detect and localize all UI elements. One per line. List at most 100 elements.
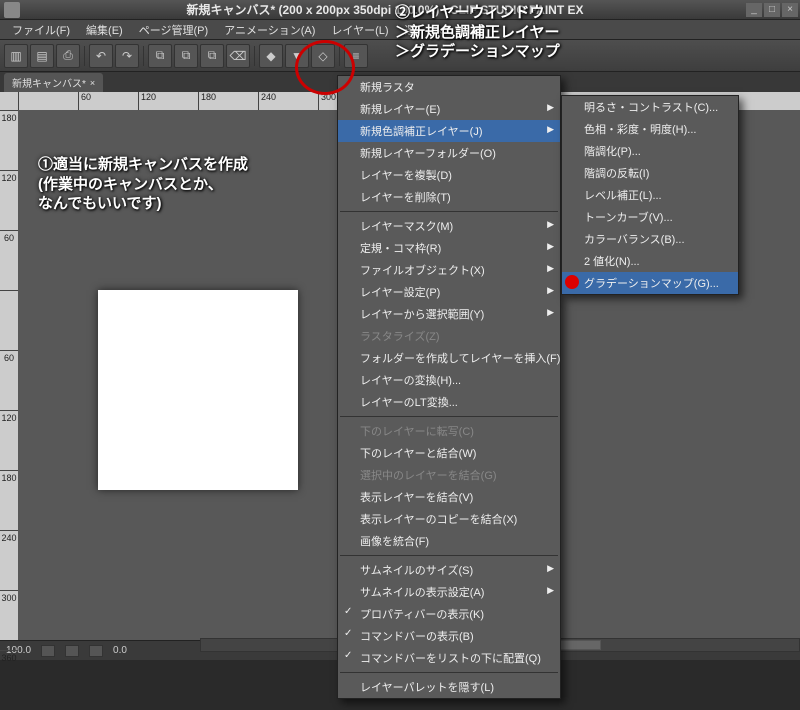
tool-open-icon[interactable]: ▤ xyxy=(30,44,54,68)
menu-separator xyxy=(340,211,558,212)
app-icon xyxy=(4,2,20,18)
menu-item[interactable]: レイヤーのLT変換... xyxy=(338,391,560,413)
ruler-tick: 120 xyxy=(0,170,18,230)
menu-item[interactable]: 新規ラスタ xyxy=(338,76,560,98)
menu-item: ラスタライズ(Z) xyxy=(338,325,560,347)
menu-item[interactable]: レベル補正(L)... xyxy=(562,184,738,206)
ruler-tick: 120 xyxy=(0,410,18,470)
menu-item[interactable]: 編集(E) xyxy=(78,20,131,40)
menu-item[interactable]: レイヤー(L) xyxy=(323,20,396,40)
submenu-arrow-icon: ▶ xyxy=(547,263,554,274)
tool-erase-icon[interactable]: ◇ xyxy=(311,44,335,68)
menu-item[interactable]: 色相・彩度・明度(H)... xyxy=(562,118,738,140)
tool-save-icon[interactable]: ⎙ xyxy=(56,44,80,68)
menu-item: 下のレイヤーに転写(C) xyxy=(338,420,560,442)
menu-item[interactable]: 新規レイヤーフォルダー(O) xyxy=(338,142,560,164)
tool-redo-icon[interactable]: ↷ xyxy=(115,44,139,68)
menu-item: 選択中のレイヤーを結合(G) xyxy=(338,464,560,486)
toolbar-separator xyxy=(84,46,85,66)
menu-item[interactable]: レイヤーマスク(M)▶ xyxy=(338,215,560,237)
tool-delete-icon[interactable]: ⌫ xyxy=(226,44,250,68)
submenu-arrow-icon: ▶ xyxy=(547,219,554,230)
ruler-tick: 360 xyxy=(0,650,18,710)
titlebar: 新規キャンバス* (200 x 200px 350dpi 100.0%) - C… xyxy=(0,0,800,20)
menu-item[interactable]: 階調の反転(I) xyxy=(562,162,738,184)
submenu-arrow-icon: ▶ xyxy=(547,563,554,574)
menubar: ファイル(F)編集(E)ページ管理(P)アニメーション(A)レイヤー(L)選ヘル… xyxy=(0,20,800,40)
minimize-button[interactable]: _ xyxy=(746,3,762,17)
status-icon[interactable] xyxy=(41,645,55,657)
toolbar-separator xyxy=(143,46,144,66)
menu-item[interactable]: アニメーション(A) xyxy=(216,20,323,40)
menu-item[interactable]: コマンドバーをリストの下に配置(Q)✓ xyxy=(338,647,560,669)
menu-item[interactable]: ヘルプ(H) xyxy=(424,20,488,40)
menu-item[interactable]: 下のレイヤーと結合(W) xyxy=(338,442,560,464)
ruler-tick: 300 xyxy=(0,590,18,650)
tool-new-icon[interactable]: ▥ xyxy=(4,44,28,68)
submenu-arrow-icon: ▶ xyxy=(547,102,554,113)
maximize-button[interactable]: □ xyxy=(764,3,780,17)
submenu-arrow-icon: ▶ xyxy=(547,585,554,596)
menu-item[interactable]: グラデーションマップ(G)... xyxy=(562,272,738,294)
menu-item[interactable]: 表示レイヤーを結合(V) xyxy=(338,486,560,508)
status-angle: 0.0 xyxy=(113,645,127,656)
ruler-tick: 180 xyxy=(0,110,18,170)
ruler-tick: 60 xyxy=(78,92,138,110)
toolbar-separator xyxy=(254,46,255,66)
toolbar-separator xyxy=(339,46,340,66)
menu-item[interactable]: ページ管理(P) xyxy=(131,20,216,40)
menu-item[interactable]: 表示レイヤーのコピーを結合(X) xyxy=(338,508,560,530)
status-icon[interactable] xyxy=(89,645,103,657)
menu-item[interactable]: サムネイルのサイズ(S)▶ xyxy=(338,559,560,581)
menu-item[interactable]: レイヤーを複製(D) xyxy=(338,164,560,186)
menu-item[interactable]: サムネイルの表示設定(A)▶ xyxy=(338,581,560,603)
tool-undo-icon[interactable]: ↶ xyxy=(89,44,113,68)
menu-item[interactable]: ファイルオブジェクト(X)▶ xyxy=(338,259,560,281)
submenu-arrow-icon: ▶ xyxy=(547,124,554,135)
tool-cut-icon[interactable]: ⧉ xyxy=(148,44,172,68)
tool-copy-icon[interactable]: ⧉ xyxy=(174,44,198,68)
window-title: 新規キャンバス* (200 x 200px 350dpi 100.0%) - C… xyxy=(24,1,746,18)
ruler-corner xyxy=(0,92,18,110)
menu-item[interactable]: 選 xyxy=(397,20,424,40)
tool-bucket-icon[interactable]: ▼ xyxy=(285,44,309,68)
ruler-tick: 60 xyxy=(0,350,18,410)
menu-item[interactable]: 明るさ・コントラスト(C)... xyxy=(562,96,738,118)
layer-context-menu: 新規ラスタ新規レイヤー(E)▶新規色調補正レイヤー(J)▶新規レイヤーフォルダー… xyxy=(337,75,561,699)
menu-item[interactable]: レイヤーパレットを隠す(L) xyxy=(338,676,560,698)
close-button[interactable]: × xyxy=(782,3,798,17)
document-tab[interactable]: 新規キャンバス* × xyxy=(4,73,103,92)
submenu-arrow-icon: ▶ xyxy=(547,241,554,252)
menu-item[interactable]: 新規色調補正レイヤー(J)▶ xyxy=(338,120,560,142)
menu-item[interactable]: 階調化(P)... xyxy=(562,140,738,162)
window-controls: _ □ × xyxy=(746,3,798,17)
ruler-tick xyxy=(0,290,18,350)
ruler-tick xyxy=(18,92,78,110)
menu-item[interactable]: レイヤー設定(P)▶ xyxy=(338,281,560,303)
menu-item[interactable]: トーンカーブ(V)... xyxy=(562,206,738,228)
tool-fill-icon[interactable]: ◆ xyxy=(259,44,283,68)
menu-item[interactable]: フォルダーを作成してレイヤーを挿入(F) xyxy=(338,347,560,369)
menu-item[interactable]: レイヤーから選択範囲(Y)▶ xyxy=(338,303,560,325)
submenu-arrow-icon: ▶ xyxy=(547,307,554,318)
tab-label: 新規キャンバス* xyxy=(12,75,86,90)
ruler-tick: 180 xyxy=(198,92,258,110)
status-icon[interactable] xyxy=(65,645,79,657)
menu-item[interactable]: ファイル(F) xyxy=(4,20,78,40)
menu-item[interactable]: カラーバランス(B)... xyxy=(562,228,738,250)
ruler-tick: 180 xyxy=(0,470,18,530)
menu-item[interactable]: 定規・コマ枠(R)▶ xyxy=(338,237,560,259)
menu-item[interactable]: レイヤーを削除(T) xyxy=(338,186,560,208)
menu-item[interactable]: プロパティバーの表示(K)✓ xyxy=(338,603,560,625)
menu-item[interactable]: 2 値化(N)... xyxy=(562,250,738,272)
menu-item[interactable]: 画像を統合(F) xyxy=(338,530,560,552)
toolbar: ▥ ▤ ⎙ ↶ ↷ ⧉ ⧉ ⧉ ⌫ ◆ ▼ ◇ ≡ xyxy=(0,40,800,72)
tool-paste-icon[interactable]: ⧉ xyxy=(200,44,224,68)
tab-close-icon[interactable]: × xyxy=(90,78,95,88)
tool-menu-icon[interactable]: ≡ xyxy=(344,44,368,68)
menu-separator xyxy=(340,416,558,417)
menu-item[interactable]: 新規レイヤー(E)▶ xyxy=(338,98,560,120)
menu-item[interactable]: コマンドバーの表示(B)✓ xyxy=(338,625,560,647)
menu-item[interactable]: レイヤーの変換(H)... xyxy=(338,369,560,391)
canvas[interactable] xyxy=(98,290,298,490)
